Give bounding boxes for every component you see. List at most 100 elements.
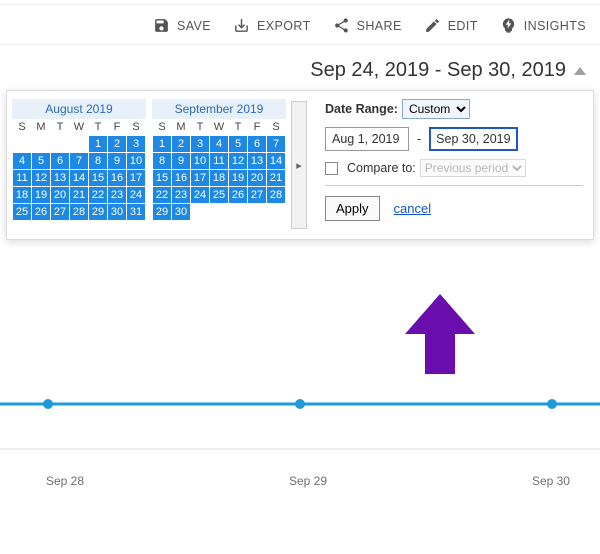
edit-button[interactable]: EDIT [424,17,478,34]
calendar-day[interactable]: 21 [267,170,286,187]
calendar-month-2[interactable]: September 2019SMTWTFS1234567891011121314… [152,99,286,221]
calendar-day[interactable]: 1 [89,136,108,153]
calendar-day[interactable]: 27 [51,204,70,221]
calendar-day[interactable]: 7 [70,153,89,170]
calendar-day[interactable]: 8 [89,153,108,170]
calendar-day[interactable]: 2 [172,136,191,153]
collapse-icon [574,67,586,75]
edit-label: EDIT [448,19,478,33]
calendar-day-header: T [51,119,70,136]
apply-button[interactable]: Apply [325,196,380,221]
calendar-day-header: W [210,119,229,136]
calendar-day[interactable]: 30 [172,204,191,221]
calendar-day[interactable]: 13 [248,153,267,170]
axis-label: Sep 28 [46,474,84,488]
export-label: EXPORT [257,19,311,33]
calendar-day[interactable]: 28 [267,187,286,204]
start-date-input[interactable]: Aug 1, 2019 [325,127,409,151]
calendar-day[interactable]: 10 [191,153,210,170]
calendar-day[interactable]: 4 [210,136,229,153]
calendar-title: August 2019 [12,99,146,119]
chart-axis: Sep 28 Sep 29 Sep 30 [0,474,600,488]
calendar-day[interactable]: 22 [89,187,108,204]
calendar-day[interactable]: 27 [248,187,267,204]
calendar-day[interactable]: 20 [248,170,267,187]
calendar-day[interactable]: 2 [108,136,127,153]
calendar-day[interactable]: 1 [153,136,172,153]
calendar-day[interactable]: 14 [267,153,286,170]
cancel-link[interactable]: cancel [394,201,432,216]
calendar-day-header: M [32,119,51,136]
calendar-day[interactable]: 29 [89,204,108,221]
calendar-day[interactable]: 31 [127,204,146,221]
calendar-day[interactable]: 5 [32,153,51,170]
calendar-day-header: S [13,119,32,136]
calendar-day[interactable]: 18 [13,187,32,204]
calendar-day[interactable]: 19 [32,187,51,204]
calendar-day[interactable]: 16 [108,170,127,187]
calendar-title: September 2019 [152,99,286,119]
calendar-day[interactable]: 24 [191,187,210,204]
calendar-day[interactable]: 14 [70,170,89,187]
calendar-day[interactable]: 3 [191,136,210,153]
calendar-day[interactable]: 9 [108,153,127,170]
calendar-day[interactable]: 19 [229,170,248,187]
calendar-day[interactable]: 5 [229,136,248,153]
end-date-input[interactable]: Sep 30, 2019 [429,127,517,151]
calendar-day[interactable]: 8 [153,153,172,170]
calendar-day[interactable]: 30 [108,204,127,221]
calendar-day-header: S [153,119,172,136]
calendar-day[interactable]: 13 [51,170,70,187]
compare-label: Compare to: [347,161,416,175]
calendar-day[interactable]: 26 [32,204,51,221]
calendar-day[interactable]: 11 [13,170,32,187]
calendar-day[interactable]: 28 [70,204,89,221]
calendar-day[interactable]: 20 [51,187,70,204]
insights-label: INSIGHTS [524,19,586,33]
export-button[interactable]: EXPORT [233,17,311,34]
calendar-day[interactable]: 23 [172,187,191,204]
calendar-day[interactable]: 22 [153,187,172,204]
calendar-day[interactable]: 21 [70,187,89,204]
calendar-day[interactable]: 26 [229,187,248,204]
calendar-day[interactable]: 25 [13,204,32,221]
share-button[interactable]: SHARE [333,17,402,34]
calendar-day[interactable]: 12 [32,170,51,187]
calendar-day-header: W [70,119,89,136]
calendar-day[interactable]: 12 [229,153,248,170]
calendar-day[interactable]: 4 [13,153,32,170]
calendar-day[interactable]: 16 [172,170,191,187]
insights-button[interactable]: INSIGHTS [500,17,586,34]
calendar-day[interactable]: 15 [153,170,172,187]
calendar-day-header: S [127,119,146,136]
calendar-day[interactable]: 10 [127,153,146,170]
calendar-day[interactable]: 7 [267,136,286,153]
calendar-day[interactable]: 6 [248,136,267,153]
date-range-select[interactable]: Custom [402,99,470,119]
calendar-day-header: T [229,119,248,136]
calendar-day[interactable]: 29 [153,204,172,221]
axis-label: Sep 30 [532,474,570,488]
date-dash: - [417,132,421,146]
calendars: August 2019SMTWTFS1234567891011121314151… [7,91,311,239]
share-label: SHARE [357,19,402,33]
calendar-day[interactable]: 17 [191,170,210,187]
calendar-day[interactable]: 17 [127,170,146,187]
calendar-day[interactable]: 11 [210,153,229,170]
calendar-day[interactable]: 18 [210,170,229,187]
calendar-day[interactable]: 3 [127,136,146,153]
calendar-day[interactable]: 25 [210,187,229,204]
calendar-day[interactable]: 15 [89,170,108,187]
calendar-day[interactable]: 9 [172,153,191,170]
calendar-day[interactable]: 24 [127,187,146,204]
compare-select: Previous period [420,159,526,177]
calendar-day[interactable]: 23 [108,187,127,204]
compare-checkbox[interactable] [325,162,338,175]
date-range-header[interactable]: Sep 24, 2019 - Sep 30, 2019 [0,45,600,90]
calendar-next-button[interactable]: ▸ [291,101,307,229]
calendar-day[interactable]: 6 [51,153,70,170]
calendar-month-1[interactable]: August 2019SMTWTFS1234567891011121314151… [12,99,146,221]
date-controls: Date Range: Custom Aug 1, 2019 - Sep 30,… [311,91,593,239]
date-picker-panel: August 2019SMTWTFS1234567891011121314151… [6,90,594,240]
save-button[interactable]: SAVE [153,17,211,34]
